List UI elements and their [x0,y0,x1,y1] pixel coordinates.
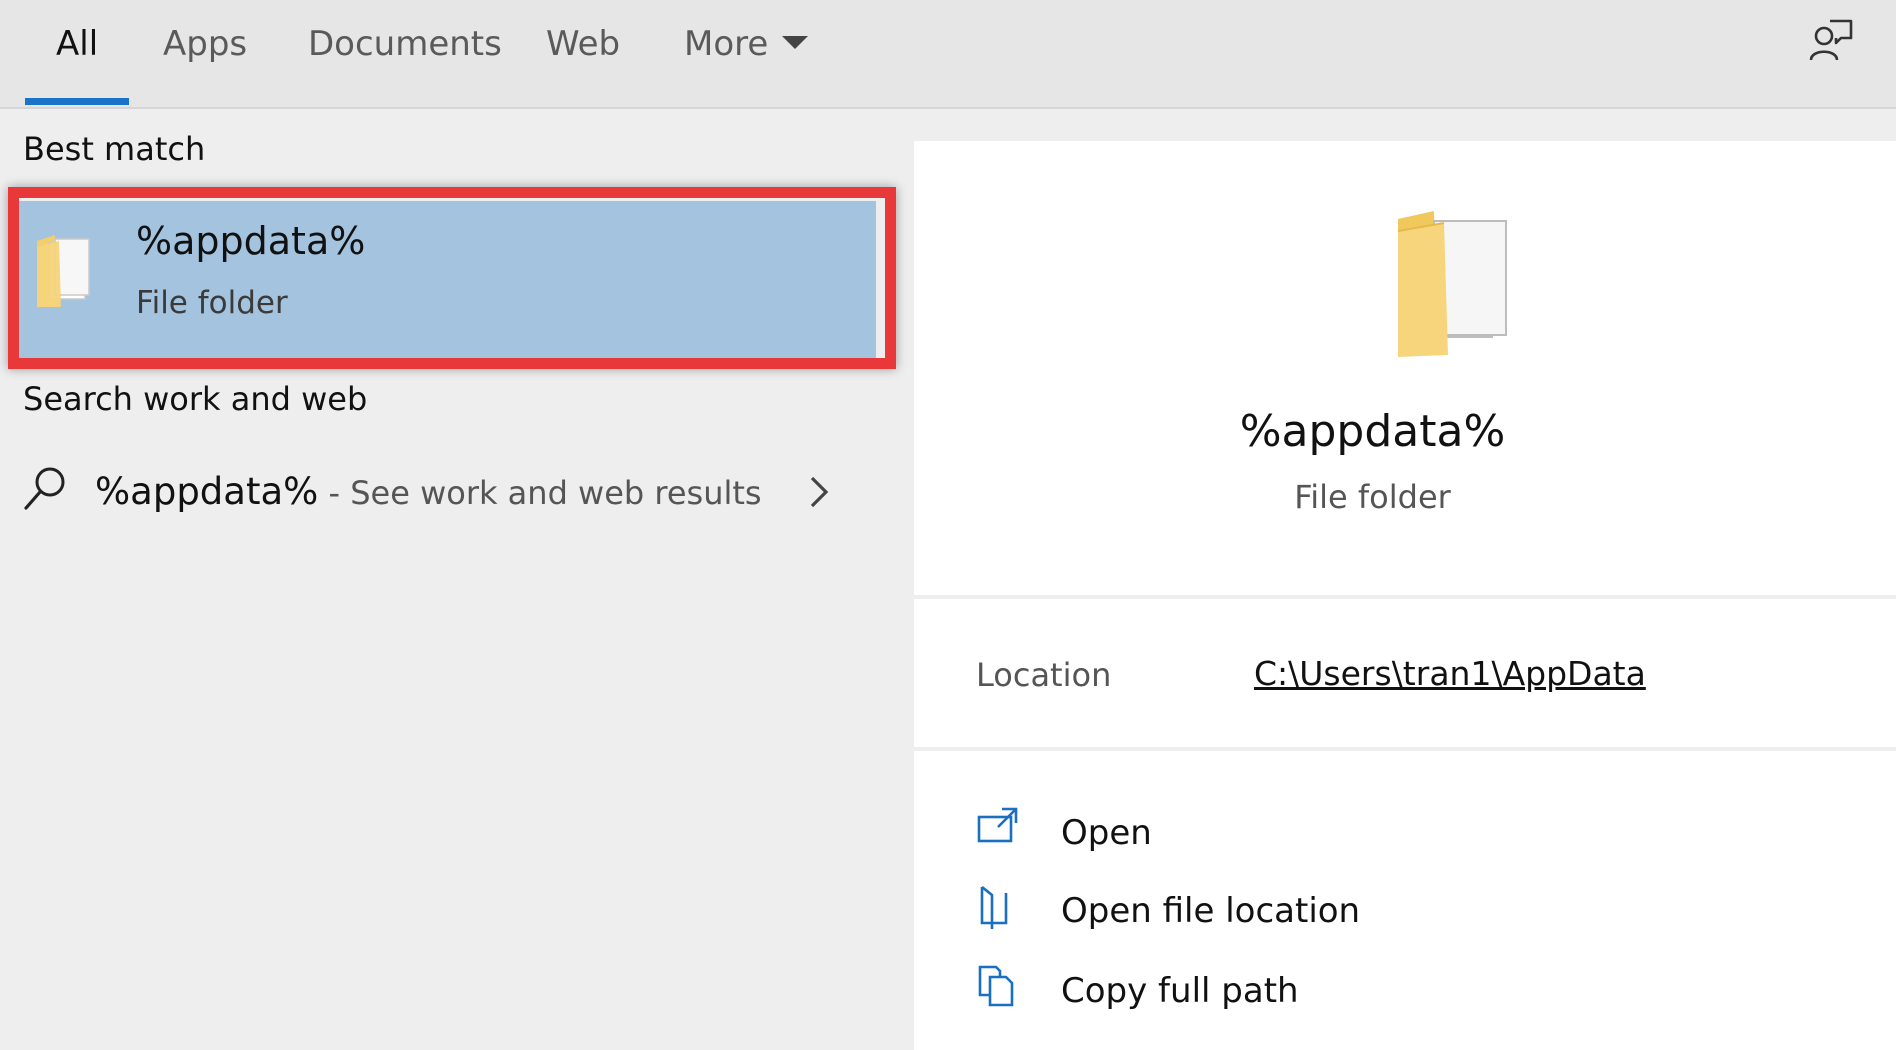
tab-apps[interactable]: Apps [163,18,247,70]
file-location-icon [980,885,1008,929]
divider [914,595,1896,599]
best-match-title: %appdata% [136,219,366,263]
web-search-result[interactable]: %appdata% - See work and web results [0,448,882,538]
results-list: Best match %appdata% File folder Search … [0,110,896,1050]
best-match-subtitle: File folder [136,285,288,321]
chevron-right-icon [810,476,829,508]
web-query: %appdata% [95,470,319,513]
feedback-person-icon[interactable] [1808,18,1854,64]
search-web-heading: Search work and web [23,380,368,418]
caret-down-icon [782,36,809,49]
open-file-location-action[interactable]: Open file location [976,883,1576,939]
web-result-suffix: - See work and web results [318,474,762,512]
open-action[interactable]: Open [976,805,1576,861]
search-icon [24,467,65,510]
location-label: Location [976,656,1112,694]
copy-path-icon [978,965,1014,1007]
folder-icon [37,235,90,307]
open-icon [977,807,1018,843]
web-result-text: %appdata% - See work and web results [95,470,762,513]
tab-more[interactable]: More [684,18,809,70]
best-match-heading: Best match [23,130,206,168]
location-link[interactable]: C:\Users\tran1\AppData [1254,654,1646,693]
open-file-location-label: Open file location [1061,891,1361,931]
preview-title: %appdata% [1239,406,1506,457]
tab-all[interactable]: All [56,18,98,70]
copy-full-path-label: Copy full path [1061,971,1299,1011]
divider [914,747,1896,751]
tab-documents[interactable]: Documents [308,18,502,70]
preview-subtitle: File folder [1294,478,1451,516]
copy-full-path-action[interactable]: Copy full path [976,963,1576,1019]
search-filter-bar: All Apps Documents Web More [0,0,1896,109]
tab-web[interactable]: Web [546,18,620,70]
active-tab-indicator [25,98,129,105]
open-label: Open [1061,813,1152,853]
folder-icon [1397,211,1507,357]
preview-pane: %appdata% File folder Location C:\Users\… [914,141,1896,1050]
tab-more-label: More [684,24,769,64]
best-match-result[interactable]: %appdata% File folder [18,201,876,358]
